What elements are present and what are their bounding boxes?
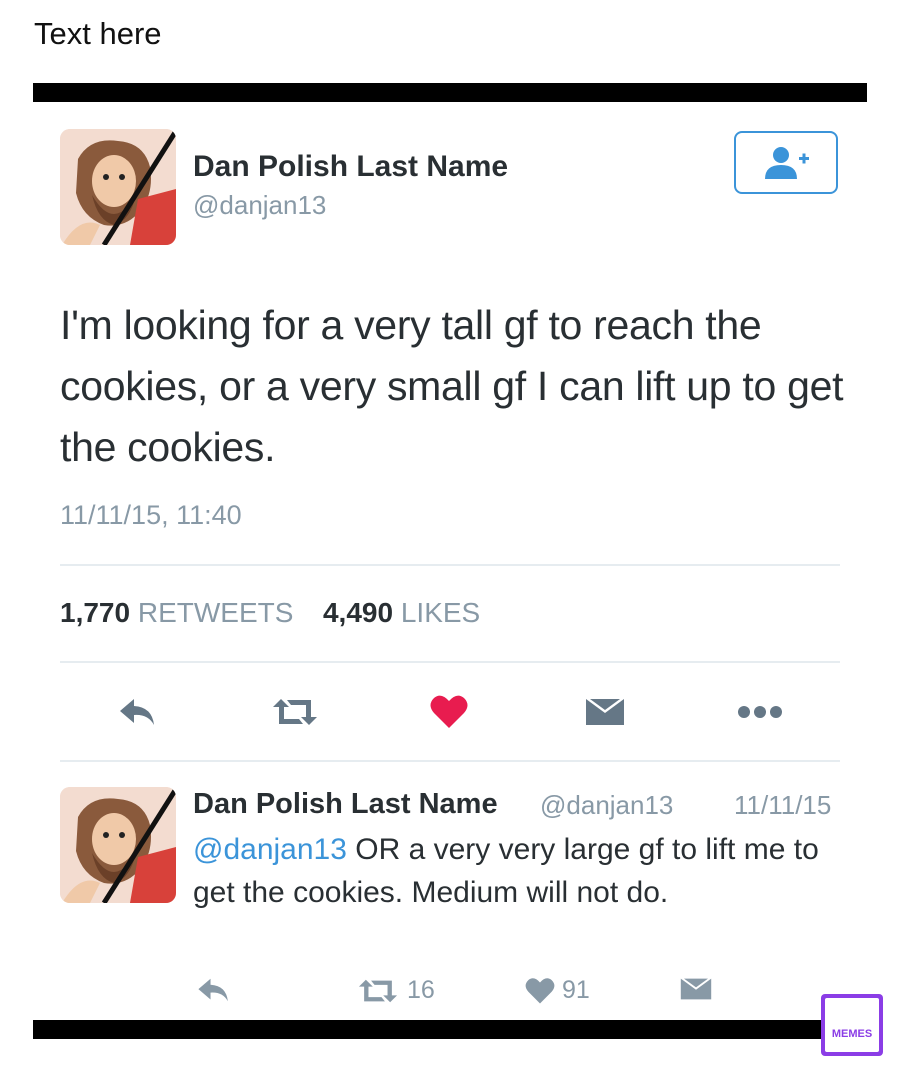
divider [60,564,840,566]
retweets-count[interactable]: 1,770 [60,597,130,628]
retweet-icon [273,699,317,725]
reply-author-handle[interactable]: @danjan13 [540,790,673,821]
divider [60,661,840,663]
dm-icon [680,978,712,1000]
bottom-border-bar [33,1020,867,1039]
reply-retweet-button[interactable]: 16 [355,976,435,1005]
memes-watermark[interactable]: MEMES [821,994,883,1056]
likes-count[interactable]: 4,490 [323,597,393,628]
more-icon [738,706,782,718]
reply-icon [198,978,228,1002]
reply-date[interactable]: 11/11/15 [734,790,831,821]
memes-watermark-label: MEMES [831,1028,873,1040]
dm-icon [586,699,624,725]
tweet-author-handle[interactable]: @danjan13 [193,190,326,221]
like-button[interactable] [429,694,469,730]
avatar-image [60,787,176,903]
reply-text: @danjan13 OR a very very large gf to lif… [193,828,843,914]
divider [60,760,840,762]
direct-message-button[interactable] [584,697,626,727]
follow-user-icon [765,146,809,179]
retweets-label[interactable]: RETWEETS [138,597,294,628]
reply-icon [120,699,154,725]
reply-retweet-count: 16 [407,976,435,1004]
follow-button[interactable] [734,131,838,194]
reply-author-name[interactable]: Dan Polish Last Name [193,788,498,821]
tweet-timestamp[interactable]: 11/11/15, 11:40 [60,500,242,531]
more-options-button[interactable] [736,704,784,720]
top-border-bar [33,83,867,102]
tweet-stats: 1,770 RETWEETS 4,490 LIKES [60,597,480,629]
avatar[interactable] [60,129,176,245]
reply-dm-button[interactable] [679,977,713,1001]
retweet-button[interactable] [269,697,321,727]
tweet-text: I'm looking for a very tall gf to reach … [60,302,844,470]
meme-caption: Text here [34,16,162,51]
heart-icon [525,977,555,1003]
avatar[interactable] [60,787,176,903]
tweet-author-name[interactable]: Dan Polish Last Name [193,150,508,184]
reply-button[interactable] [118,697,158,727]
reply-like-button[interactable]: 91 [524,976,590,1005]
likes-label[interactable]: LIKES [401,597,480,628]
retweet-icon [358,979,398,1002]
reply-like-count: 91 [562,976,590,1004]
reply-reply-button[interactable] [196,977,232,1003]
heart-icon [430,695,468,728]
reply-mention-link[interactable]: @danjan13 [193,833,347,866]
avatar-image [60,129,176,245]
